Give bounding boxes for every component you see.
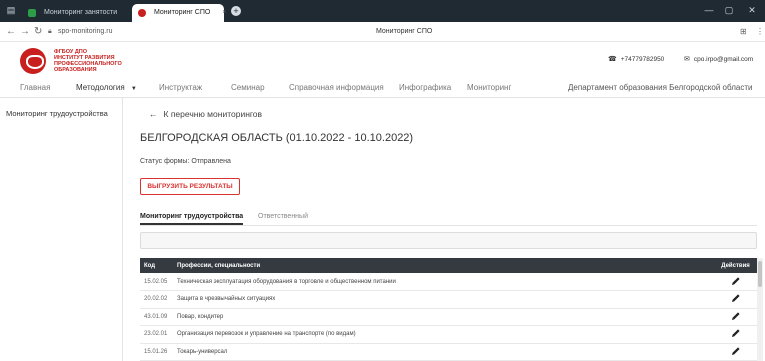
org-name: ФГБОУ ДПО ИНСТИТУТ РАЗВИТИЯ ПРОФЕССИОНАЛ… bbox=[54, 49, 134, 73]
pencil-icon bbox=[731, 312, 740, 320]
menu-item-methodology[interactable]: Методология ▼ bbox=[76, 83, 137, 92]
menu-item-monitoring[interactable]: Мониторинг bbox=[467, 83, 511, 92]
pencil-icon bbox=[731, 276, 740, 285]
new-tab-button[interactable]: + bbox=[231, 6, 241, 16]
cell-code: 20.02.02 bbox=[140, 290, 173, 309]
edit-button[interactable] bbox=[714, 308, 757, 326]
filter-bar[interactable] bbox=[140, 232, 757, 249]
cell-code: 15.02.05 bbox=[140, 273, 173, 291]
pencil-icon bbox=[731, 347, 740, 355]
table-row: 23.02.01 Организация перевозок и управлен… bbox=[140, 325, 757, 344]
main-content: ← К перечню мониторингов БЕЛГОРОДСКАЯ ОБЛ… bbox=[124, 98, 765, 361]
menu-item-instruction[interactable]: Инструктаж bbox=[159, 83, 202, 92]
table-row: 20.02.02 Защита в чрезвычайных ситуациях bbox=[140, 290, 757, 309]
tab-employment-monitoring[interactable]: Мониторинг трудоустройства bbox=[140, 213, 244, 225]
phone-icon: ☎︎ bbox=[608, 56, 617, 63]
url-field[interactable]: spo-monitoring.ru bbox=[58, 25, 112, 38]
cell-code: 15.01.26 bbox=[140, 343, 173, 361]
arrow-left-icon: ← bbox=[149, 109, 158, 119]
browser-tab-spo[interactable]: Мониторинг СПО × bbox=[132, 4, 226, 22]
menu-item-infographics[interactable]: Инфографика bbox=[399, 83, 451, 92]
browser-menu-icon[interactable]: ▤ bbox=[4, 3, 18, 17]
edit-button[interactable] bbox=[714, 343, 757, 361]
table-row: 15.02.05 Техническая эксплуатация оборудо… bbox=[140, 273, 757, 291]
institute-logo[interactable] bbox=[20, 48, 46, 74]
phone-link[interactable]: ☎︎ +74779782950 bbox=[608, 55, 664, 63]
pencil-icon bbox=[731, 329, 740, 338]
menu-item-seminar[interactable]: Семинар bbox=[231, 83, 265, 92]
edit-button[interactable] bbox=[714, 290, 757, 309]
forward-icon[interactable]: → bbox=[20, 25, 30, 38]
bookmarks-icon[interactable]: ⊞ bbox=[740, 25, 747, 38]
page-title: БЕЛГОРОДСКАЯ ОБЛАСТЬ (01.10.2022 - 10.10… bbox=[140, 132, 414, 144]
cell-code: 43.01.09 bbox=[140, 308, 173, 326]
edit-button[interactable] bbox=[714, 325, 757, 344]
column-header-name[interactable]: Профессии, специальности bbox=[173, 258, 714, 273]
edit-button[interactable] bbox=[714, 273, 757, 291]
export-results-button[interactable]: ВЫГРУЗИТЬ РЕЗУЛЬТАТЫ bbox=[140, 178, 240, 195]
table-scrollbar[interactable] bbox=[757, 258, 763, 361]
caret-down-icon: ▼ bbox=[130, 86, 137, 92]
form-status: Статус формы: Отправлена bbox=[140, 158, 231, 165]
close-tab-icon[interactable]: × bbox=[222, 9, 226, 16]
pencil-icon bbox=[731, 294, 740, 303]
sidebar-item-employment-monitoring[interactable]: Мониторинг трудоустройства bbox=[6, 109, 108, 118]
menu-dots-icon[interactable]: ⋮ bbox=[756, 25, 764, 38]
department-link[interactable]: Департамент образования Белгородской обл… bbox=[568, 83, 752, 92]
tab-favicon-icon bbox=[28, 9, 36, 17]
cell-profession: Организация перевозок и управление на тр… bbox=[173, 325, 714, 344]
cell-profession: Техническая эксплуатация оборудования в … bbox=[173, 273, 714, 291]
table-row: 43.01.09 Повар, кондитер bbox=[140, 308, 757, 326]
address-bar: ← → ↻ 🔒︎ spo-monitoring.ru Мониторинг СП… bbox=[0, 22, 765, 42]
email-address: cpo.irpo@gmail.com bbox=[693, 56, 754, 63]
browser-tab-employment[interactable]: Мониторинг занятости bbox=[22, 4, 130, 22]
org-line: ОБРАЗОВАНИЯ bbox=[54, 67, 97, 73]
column-header-actions: Действия bbox=[714, 258, 757, 273]
column-header-code[interactable]: Код bbox=[140, 258, 173, 273]
back-icon[interactable]: ← bbox=[6, 25, 16, 38]
content-tabs: Мониторинг трудоустройства Ответственный bbox=[140, 212, 757, 226]
menu-item-label: Методология bbox=[76, 83, 125, 92]
table-header-row: Код Профессии, специальности Действия bbox=[140, 258, 757, 273]
email-link[interactable]: ✉︎ cpo.irpo@gmail.com bbox=[684, 55, 753, 63]
back-to-list-link[interactable]: ← К перечню мониторингов bbox=[149, 109, 262, 119]
tab-responsible[interactable]: Ответственный bbox=[258, 213, 308, 223]
cell-profession: Повар, кондитер bbox=[173, 308, 714, 326]
main-menu: Главная Методология ▼ Инструктаж Семинар… bbox=[0, 79, 765, 98]
close-window-icon[interactable]: ✕ bbox=[745, 3, 759, 17]
browser-tab-label: Мониторинг занятости bbox=[44, 9, 118, 16]
table-row: 15.01.26 Токарь-универсал bbox=[140, 343, 757, 361]
page-title-tab: Мониторинг СПО bbox=[376, 28, 433, 35]
maximize-icon[interactable]: ▢ bbox=[722, 3, 736, 17]
cell-profession: Токарь-универсал bbox=[173, 343, 714, 361]
mail-icon: ✉︎ bbox=[684, 56, 690, 63]
menu-item-home[interactable]: Главная bbox=[20, 83, 50, 92]
menu-item-reference[interactable]: Справочная информация bbox=[289, 83, 384, 92]
reload-icon[interactable]: ↻ bbox=[34, 25, 42, 38]
lock-icon: 🔒︎ bbox=[48, 28, 52, 35]
sidebar: Мониторинг трудоустройства bbox=[0, 98, 123, 361]
scrollbar-thumb[interactable] bbox=[758, 261, 762, 287]
minimize-icon[interactable]: — bbox=[702, 3, 716, 17]
phone-number: +74779782950 bbox=[620, 56, 665, 63]
professions-table: Код Профессии, специальности Действия 15… bbox=[140, 258, 757, 361]
site-header: ФГБОУ ДПО ИНСТИТУТ РАЗВИТИЯ ПРОФЕССИОНАЛ… bbox=[0, 43, 765, 77]
browser-tab-strip: ▤ Мониторинг занятости Мониторинг СПО × … bbox=[0, 0, 765, 22]
back-label: К перечню мониторингов bbox=[163, 109, 263, 119]
tab-favicon-icon bbox=[138, 9, 146, 17]
browser-tab-label: Мониторинг СПО bbox=[154, 9, 211, 16]
cell-code: 23.02.01 bbox=[140, 325, 173, 344]
cell-profession: Защита в чрезвычайных ситуациях bbox=[173, 290, 714, 309]
